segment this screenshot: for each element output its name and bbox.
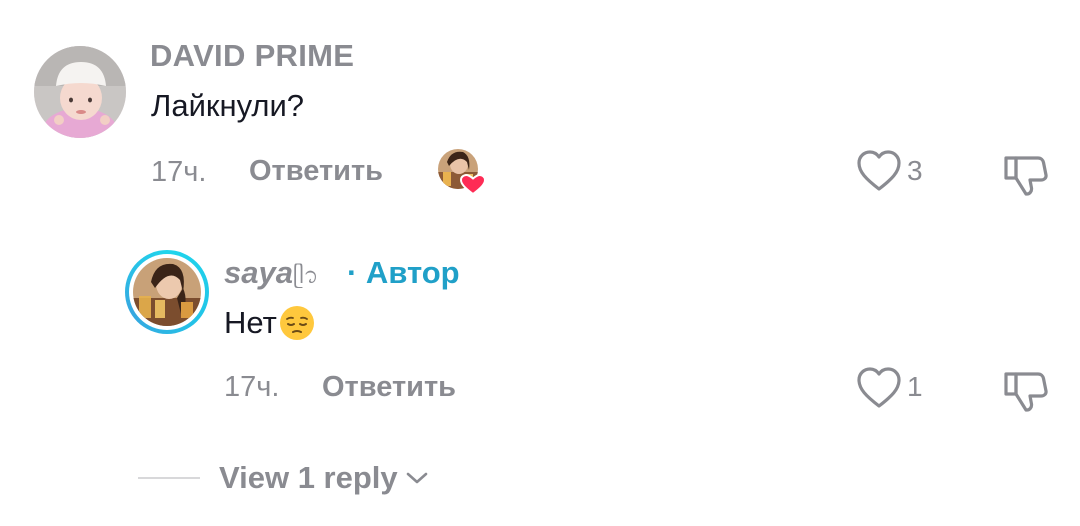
reply-timestamp: 17ч. <box>224 371 280 403</box>
view-replies-button[interactable]: View 1 reply <box>219 460 428 496</box>
liked-by-creator-icon <box>437 148 487 196</box>
pensive-face-emoji-icon <box>279 305 315 341</box>
comment-username[interactable]: DAVID PRIME <box>150 38 354 74</box>
reply-reply-button[interactable]: Ответить <box>322 371 456 404</box>
reply-dislike-thumbs-down-icon[interactable] <box>1002 366 1050 414</box>
comment-reply-button[interactable]: Ответить <box>249 155 383 188</box>
chevron-down-icon <box>406 472 427 484</box>
reply-text: Нет <box>224 305 277 340</box>
comment-dislike-thumbs-down-icon[interactable] <box>1002 150 1050 198</box>
reply-username[interactable]: sayaᥫ᭡ <box>224 255 318 299</box>
reply-like-count: 1 <box>907 371 923 402</box>
reply-avatar[interactable] <box>125 250 209 334</box>
comment-text: Лайкнули? <box>151 88 305 123</box>
replies-divider <box>138 477 200 479</box>
commenter-avatar[interactable] <box>34 46 126 138</box>
view-replies-label: View 1 reply <box>219 460 398 495</box>
reply-text-row: Нет <box>224 305 315 341</box>
baby-photo-avatar-icon <box>34 46 126 138</box>
author-badge: · Автор <box>347 255 460 290</box>
girl-photo-avatar-icon <box>133 258 201 326</box>
comment-timestamp: 17ч. <box>151 156 207 188</box>
reply-like-heart-icon[interactable] <box>856 366 902 410</box>
reply-avatar-ring <box>129 254 205 330</box>
comment-like-count: 3 <box>907 155 923 186</box>
reply-username-name: saya <box>224 255 293 290</box>
comment-like-heart-icon[interactable] <box>856 149 902 193</box>
reply-username-suffix: ᥫ᭡ <box>292 263 319 288</box>
